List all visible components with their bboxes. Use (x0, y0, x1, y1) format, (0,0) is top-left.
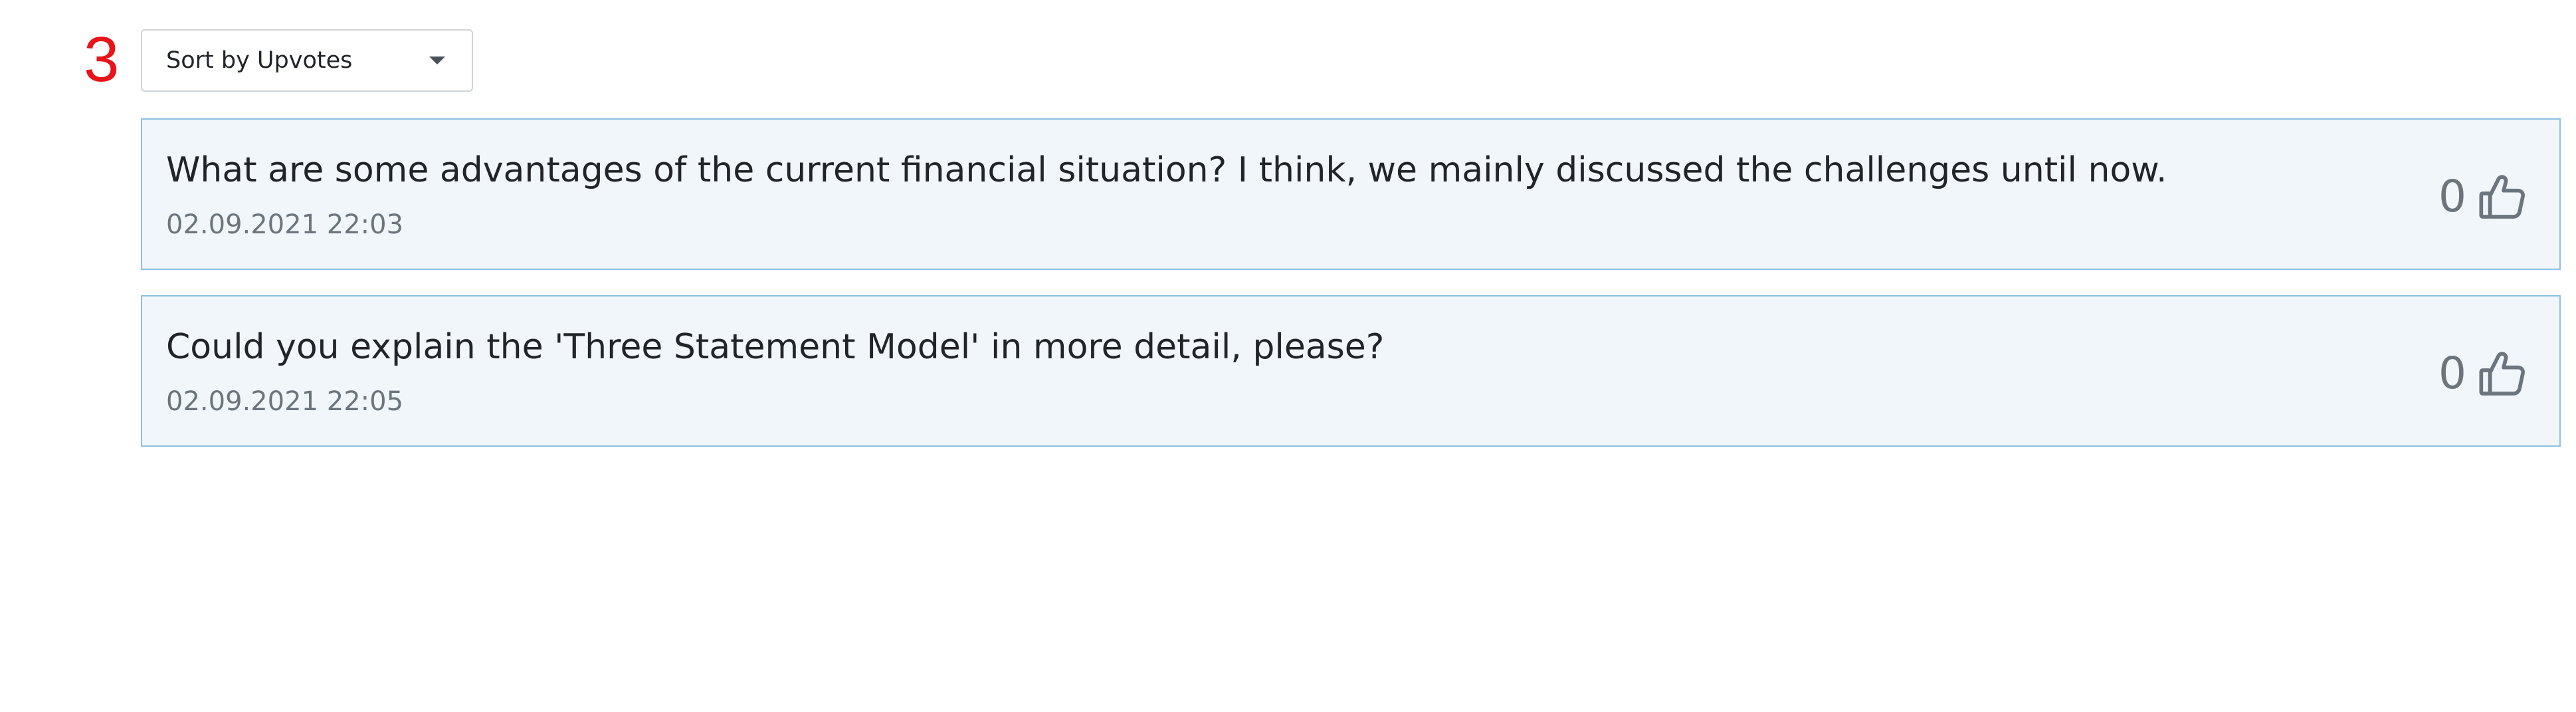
upvote-control: 0 (2438, 166, 2529, 227)
question-list: What are some advantages of the current … (141, 118, 2561, 472)
question-card: What are some advantages of the current … (141, 118, 2561, 270)
step-number-marker: 3 (84, 24, 120, 95)
upvote-control: 0 (2438, 343, 2529, 404)
question-text: Could you explain the 'Three Statement M… (166, 327, 1385, 367)
question-timestamp: 02.09.2021 22:05 (166, 386, 404, 417)
question-text: What are some advantages of the current … (166, 150, 2167, 190)
question-timestamp: 02.09.2021 22:03 (166, 209, 404, 240)
upvote-count: 0 (2438, 171, 2466, 222)
thumbs-up-icon[interactable] (2476, 170, 2529, 223)
qa-panel: 3 Sort by Upvotes What are some advantag… (0, 0, 2576, 712)
sort-dropdown-label: Sort by Upvotes (166, 47, 353, 74)
chevron-down-icon (429, 57, 445, 64)
upvote-count: 0 (2438, 348, 2466, 399)
thumbs-up-icon[interactable] (2476, 347, 2529, 400)
question-card: Could you explain the 'Three Statement M… (141, 295, 2561, 447)
sort-dropdown[interactable]: Sort by Upvotes (141, 29, 473, 92)
